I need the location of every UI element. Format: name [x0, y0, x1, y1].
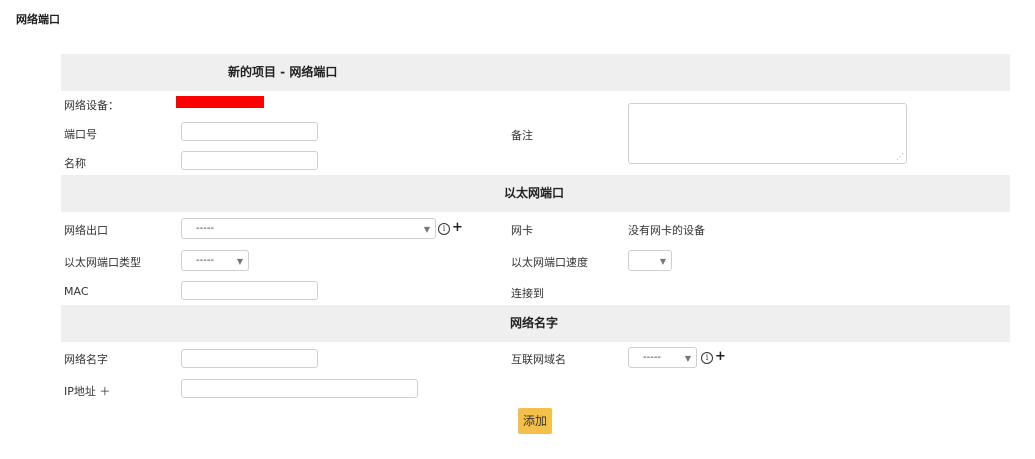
chevron-down-icon: ▼ [236, 257, 243, 266]
note-textarea[interactable]: ⋰ [628, 103, 907, 164]
ethernet-speed-select[interactable]: ▼ [628, 250, 672, 271]
chevron-down-icon: ▼ [423, 225, 430, 234]
section-header-general: 新的项目 - 网络端口 [61, 54, 1010, 91]
connected-to-label: 连接到 [511, 287, 544, 300]
port-label: 端口号 [64, 128, 97, 141]
note-label: 备注 [511, 129, 533, 142]
network-name-label: 网络名字 [64, 353, 108, 366]
chevron-down-icon: ▼ [659, 257, 666, 266]
ethernet-type-label: 以太网端口类型 [64, 256, 141, 269]
outlet-select-value: ----- [196, 223, 215, 234]
ethernet-type-value: ----- [196, 255, 215, 266]
add-button[interactable]: 添加 [518, 408, 552, 434]
section-title-ethernet: 以太网端口 [504, 186, 565, 200]
mac-input[interactable] [181, 281, 318, 300]
add-outlet-plus-icon[interactable]: + [452, 221, 463, 234]
name-label: 名称 [64, 157, 86, 170]
outlet-label: 网络出口 [64, 224, 108, 237]
ethernet-type-select[interactable]: ----- ▼ [181, 250, 249, 271]
chevron-down-icon: ▼ [684, 354, 691, 363]
info-circle-icon[interactable]: i [701, 352, 713, 364]
mac-label: MAC [64, 285, 89, 298]
port-number-input[interactable] [181, 122, 318, 141]
section-title-general: 新的项目 - 网络端口 [228, 65, 338, 79]
nic-label: 网卡 [511, 224, 533, 237]
redacted-device-value [176, 96, 264, 108]
network-name-input[interactable] [181, 349, 318, 368]
device-label: 网络设备： [64, 99, 119, 112]
ethernet-speed-label: 以太网端口速度 [511, 256, 588, 269]
section-header-netname: 网络名字 [61, 305, 1010, 342]
ip-address-input[interactable] [181, 379, 418, 398]
ip-address-label[interactable]: IP地址 ＋ [64, 383, 110, 399]
outlet-select[interactable]: ----- ▼ [181, 218, 436, 239]
info-circle-icon[interactable]: i [438, 223, 450, 235]
domain-label: 互联网域名 [511, 353, 566, 366]
add-domain-plus-icon[interactable]: + [715, 350, 726, 363]
domain-select-value: ----- [643, 352, 662, 363]
name-input[interactable] [181, 151, 318, 170]
domain-select[interactable]: ----- ▼ [628, 347, 697, 368]
resize-grip-icon[interactable]: ⋰ [896, 153, 904, 161]
section-header-ethernet: 以太网端口 [61, 175, 1010, 212]
section-title-netname: 网络名字 [510, 316, 559, 330]
nic-value: 没有网卡的设备 [628, 224, 705, 237]
page-title: 网络端口 [16, 13, 60, 26]
